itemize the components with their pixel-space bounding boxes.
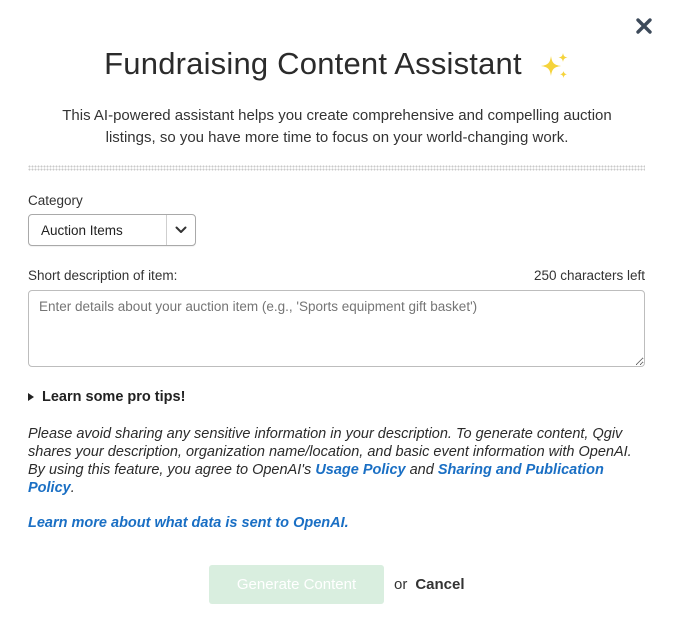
dotted-divider [28,165,645,171]
disclaimer-period: . [70,480,75,496]
chevron-down-icon [175,226,187,233]
description-label: Short description of item: [28,268,178,283]
select-arrow [166,215,195,245]
learn-more-link[interactable]: Learn more about what data is sent to Op… [28,515,349,531]
description-textarea[interactable] [28,290,645,367]
category-select-value: Auction Items [41,222,123,238]
usage-policy-link[interactable]: Usage Policy [315,462,405,478]
pro-tips-label: Learn some pro tips! [42,389,186,405]
dialog-actions: Generate Content or Cancel [209,565,465,604]
generate-content-button[interactable]: Generate Content [209,565,384,604]
cancel-link[interactable]: Cancel [415,576,464,593]
sparkle-icon [540,53,568,78]
category-select[interactable]: Auction Items [28,214,196,246]
title-row: Fundraising Content Assistant [0,46,674,82]
pro-tips-toggle[interactable]: Learn some pro tips! [28,389,185,405]
intro-text: This AI-powered assistant helps you crea… [62,107,612,146]
or-text: or [394,576,408,593]
dialog-title: Fundraising Content Assistant [104,46,522,81]
char-count: 250 characters left [533,268,645,283]
close-icon [636,18,652,34]
disclaimer-and: and [409,462,434,478]
disclaimer-text: Please avoid sharing any sensitive infor… [28,425,648,497]
category-label: Category [28,193,83,208]
close-button[interactable] [632,14,656,38]
fundraising-assistant-dialog: Fundraising Content Assistant This AI-po… [0,0,674,632]
caret-right-icon [28,393,34,401]
